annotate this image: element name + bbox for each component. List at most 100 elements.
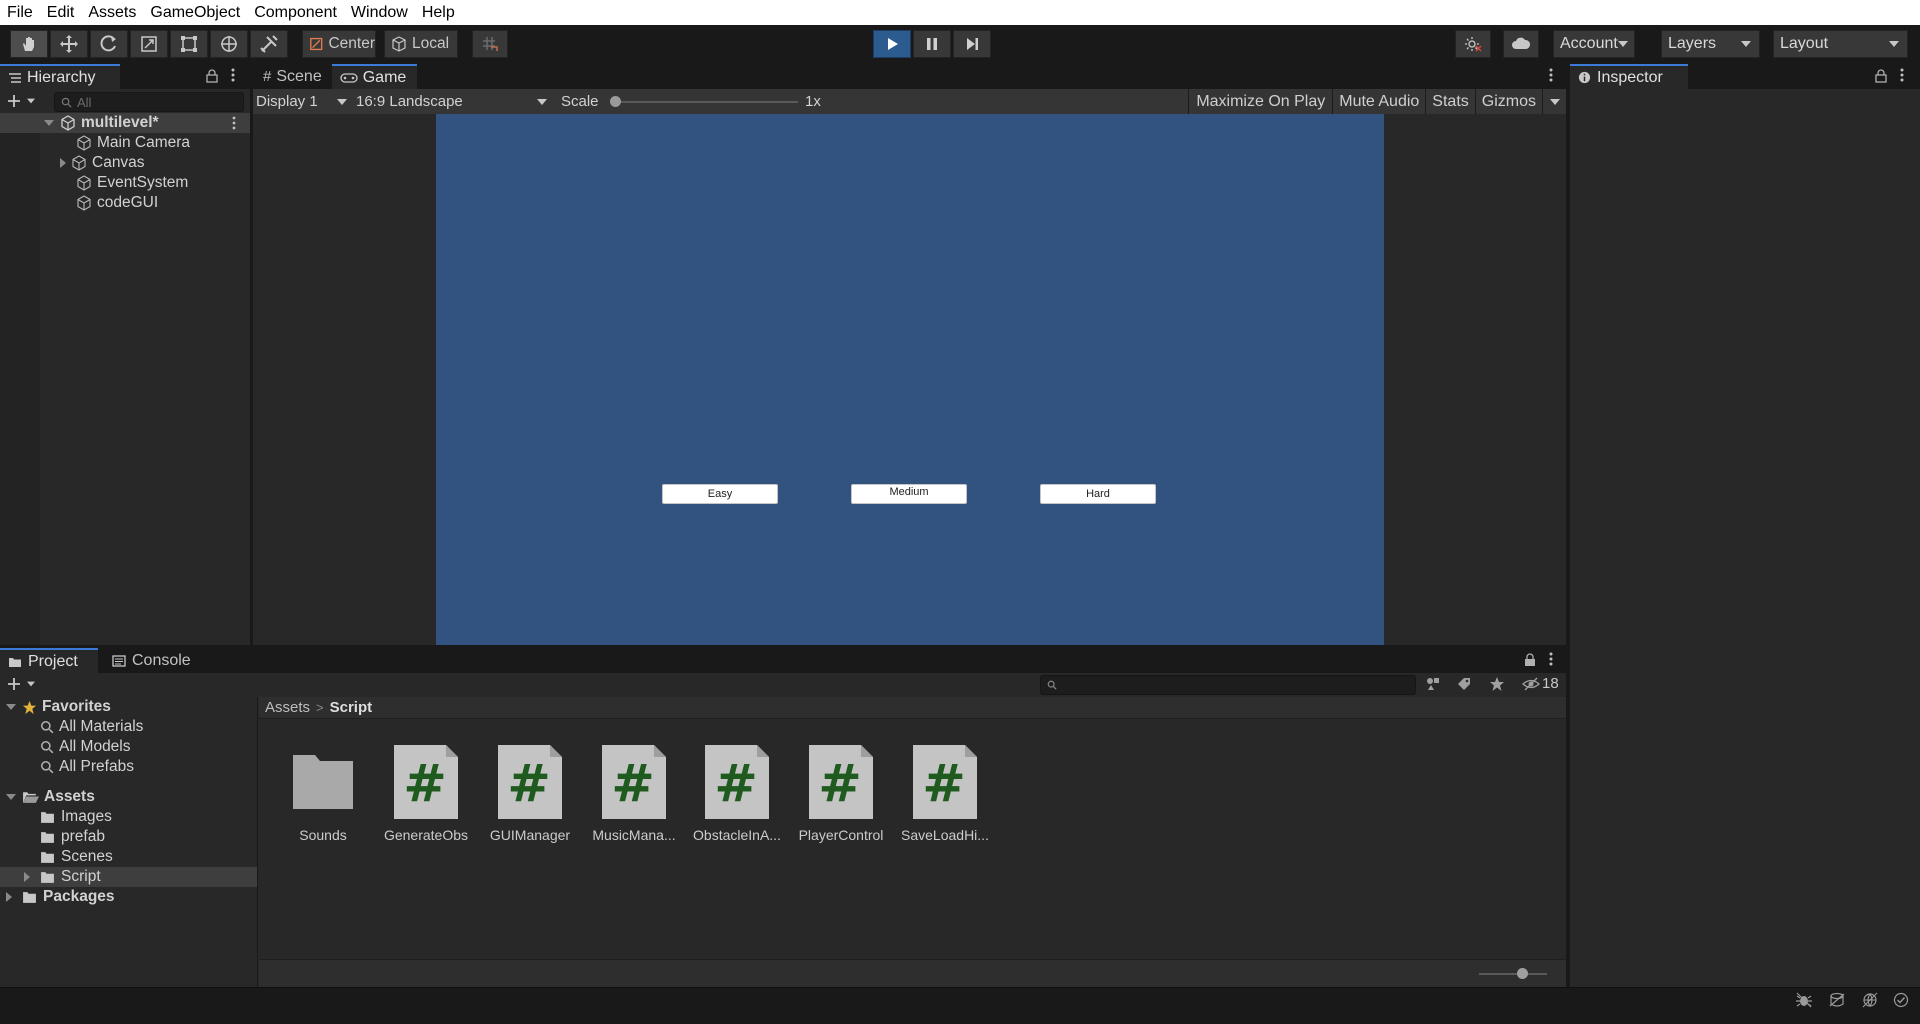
aspect-dropdown[interactable]: 16:9 Landscape <box>353 89 553 114</box>
folder-prefab[interactable]: prefab <box>0 827 105 847</box>
cloud-button[interactable] <box>1503 30 1539 58</box>
bug-icon[interactable] <box>1795 992 1813 1008</box>
scale-tool-button[interactable] <box>130 30 168 58</box>
move-tool-button[interactable] <box>50 30 88 58</box>
network-off-icon[interactable] <box>1861 992 1879 1008</box>
search-icon <box>61 97 72 108</box>
folder-images[interactable]: Images <box>0 807 112 827</box>
mute-audio-toggle[interactable]: Mute Audio <box>1332 89 1425 114</box>
create-asset-button[interactable] <box>6 676 36 692</box>
asset-script-saveloadhi[interactable]: # SaveLoadHi... <box>895 743 995 843</box>
lock-icon[interactable] <box>1875 69 1887 83</box>
transform-tool-button[interactable] <box>210 30 248 58</box>
fold-arrow-icon[interactable] <box>6 892 12 902</box>
gizmos-toggle[interactable]: Gizmos <box>1474 89 1542 114</box>
scene-row[interactable]: multilevel* <box>0 113 250 133</box>
hierarchy-search-input[interactable]: All <box>54 92 244 112</box>
breadcrumb-separator-icon: > <box>316 700 324 715</box>
menu-help[interactable]: Help <box>415 0 462 25</box>
folder-icon <box>41 851 54 863</box>
scale-slider-thumb[interactable] <box>610 96 621 107</box>
easy-button[interactable]: Easy <box>662 484 778 504</box>
hand-tool-button[interactable] <box>10 30 48 58</box>
hierarchy-item-eventsystem[interactable]: EventSystem <box>0 173 188 193</box>
medium-button[interactable]: Medium <box>851 484 967 504</box>
kebab-menu-icon[interactable] <box>230 67 236 83</box>
pause-button[interactable] <box>913 30 951 58</box>
lock-icon[interactable] <box>1524 653 1536 667</box>
tab-console[interactable]: Console <box>98 648 201 673</box>
pivot-mode-button[interactable]: Center <box>302 30 376 58</box>
icon-size-slider-track[interactable] <box>1479 973 1547 975</box>
cache-server-icon[interactable] <box>1828 992 1846 1008</box>
collab-button[interactable] <box>1455 30 1491 58</box>
svg-text:#: # <box>922 754 966 814</box>
tab-project[interactable]: Project <box>0 648 98 673</box>
asset-label: MusicMana... <box>592 827 676 843</box>
custom-tool-button[interactable] <box>250 30 288 58</box>
favorite-item-all-models[interactable]: All Models <box>0 737 131 757</box>
fold-arrow-icon[interactable] <box>60 158 66 168</box>
maximize-on-play-toggle[interactable]: Maximize On Play <box>1188 89 1332 114</box>
hierarchy-item-main-camera[interactable]: Main Camera <box>0 133 190 153</box>
menu-window[interactable]: Window <box>344 0 415 25</box>
asset-script-guimanager[interactable]: # GUIManager <box>480 743 580 843</box>
create-button[interactable] <box>6 93 36 109</box>
layers-dropdown[interactable]: Layers <box>1661 30 1760 58</box>
breadcrumb-assets[interactable]: Assets <box>265 699 310 716</box>
tab-inspector[interactable]: Inspector <box>1570 64 1688 89</box>
kebab-menu-icon[interactable] <box>1548 651 1554 667</box>
menu-component[interactable]: Component <box>247 0 344 25</box>
menu-gameobject[interactable]: GameObject <box>143 0 247 25</box>
fold-arrow-icon[interactable] <box>24 872 30 882</box>
kebab-menu-icon[interactable] <box>231 115 237 131</box>
menu-edit[interactable]: Edit <box>40 0 82 25</box>
asset-folder-sounds[interactable]: Sounds <box>273 743 373 843</box>
tab-game[interactable]: Game <box>331 64 417 89</box>
asset-script-playercontrol[interactable]: # PlayerControl <box>791 743 891 843</box>
pivot-space-button[interactable]: Local <box>384 30 458 58</box>
favorite-star-icon[interactable] <box>1489 676 1505 692</box>
folder-scenes[interactable]: Scenes <box>0 847 113 867</box>
packages-root[interactable]: Packages <box>0 887 115 907</box>
icon-size-slider-thumb[interactable] <box>1517 968 1528 979</box>
account-dropdown[interactable]: Account <box>1553 30 1635 58</box>
check-circle-icon[interactable] <box>1893 992 1909 1008</box>
display-dropdown[interactable]: Display 1 <box>253 89 353 114</box>
kebab-menu-icon[interactable] <box>1899 67 1905 83</box>
asset-script-obstacleina[interactable]: # ObstacleInA... <box>687 743 787 843</box>
folder-script[interactable]: Script <box>0 867 257 887</box>
favorite-item-all-prefabs[interactable]: All Prefabs <box>0 757 134 777</box>
favorites-header[interactable]: Favorites <box>0 697 111 717</box>
play-button[interactable] <box>873 30 911 58</box>
favorite-item-all-materials[interactable]: All Materials <box>0 717 143 737</box>
grid-snap-button[interactable] <box>472 30 508 58</box>
tab-scene[interactable]: # Scene <box>253 64 332 89</box>
asset-script-generateobs[interactable]: # GenerateObs <box>376 743 476 843</box>
project-search-input[interactable] <box>1040 675 1416 695</box>
rect-tool-button[interactable] <box>170 30 208 58</box>
menu-file[interactable]: File <box>0 0 40 25</box>
layout-dropdown[interactable]: Layout <box>1773 30 1908 58</box>
menu-assets[interactable]: Assets <box>81 0 143 25</box>
asset-script-musicmanager[interactable]: # MusicMana... <box>584 743 684 843</box>
rotate-tool-button[interactable] <box>90 30 128 58</box>
hierarchy-item-canvas[interactable]: Canvas <box>0 153 145 173</box>
step-button[interactable] <box>953 30 991 58</box>
hierarchy-item-codegui[interactable]: codeGUI <box>0 193 158 213</box>
stats-toggle[interactable]: Stats <box>1425 89 1474 114</box>
game-render-area[interactable]: Easy Medium Hard <box>436 114 1384 645</box>
hard-button[interactable]: Hard <box>1040 484 1156 504</box>
breadcrumb-script[interactable]: Script <box>330 699 373 716</box>
scale-slider-track[interactable] <box>613 101 798 103</box>
chevron-down-icon <box>1549 98 1560 105</box>
gizmos-dropdown[interactable] <box>1542 89 1566 114</box>
search-by-type-icon[interactable] <box>1425 676 1443 692</box>
kebab-menu-icon[interactable] <box>1548 67 1554 83</box>
hidden-packages-toggle[interactable]: 18 <box>1522 675 1559 692</box>
tab-hierarchy[interactable]: Hierarchy <box>0 64 120 89</box>
assets-root[interactable]: Assets <box>0 787 95 807</box>
lock-icon[interactable] <box>206 69 218 83</box>
label-tag-icon[interactable] <box>1456 676 1472 692</box>
scene-tab-label: Scene <box>276 67 322 85</box>
